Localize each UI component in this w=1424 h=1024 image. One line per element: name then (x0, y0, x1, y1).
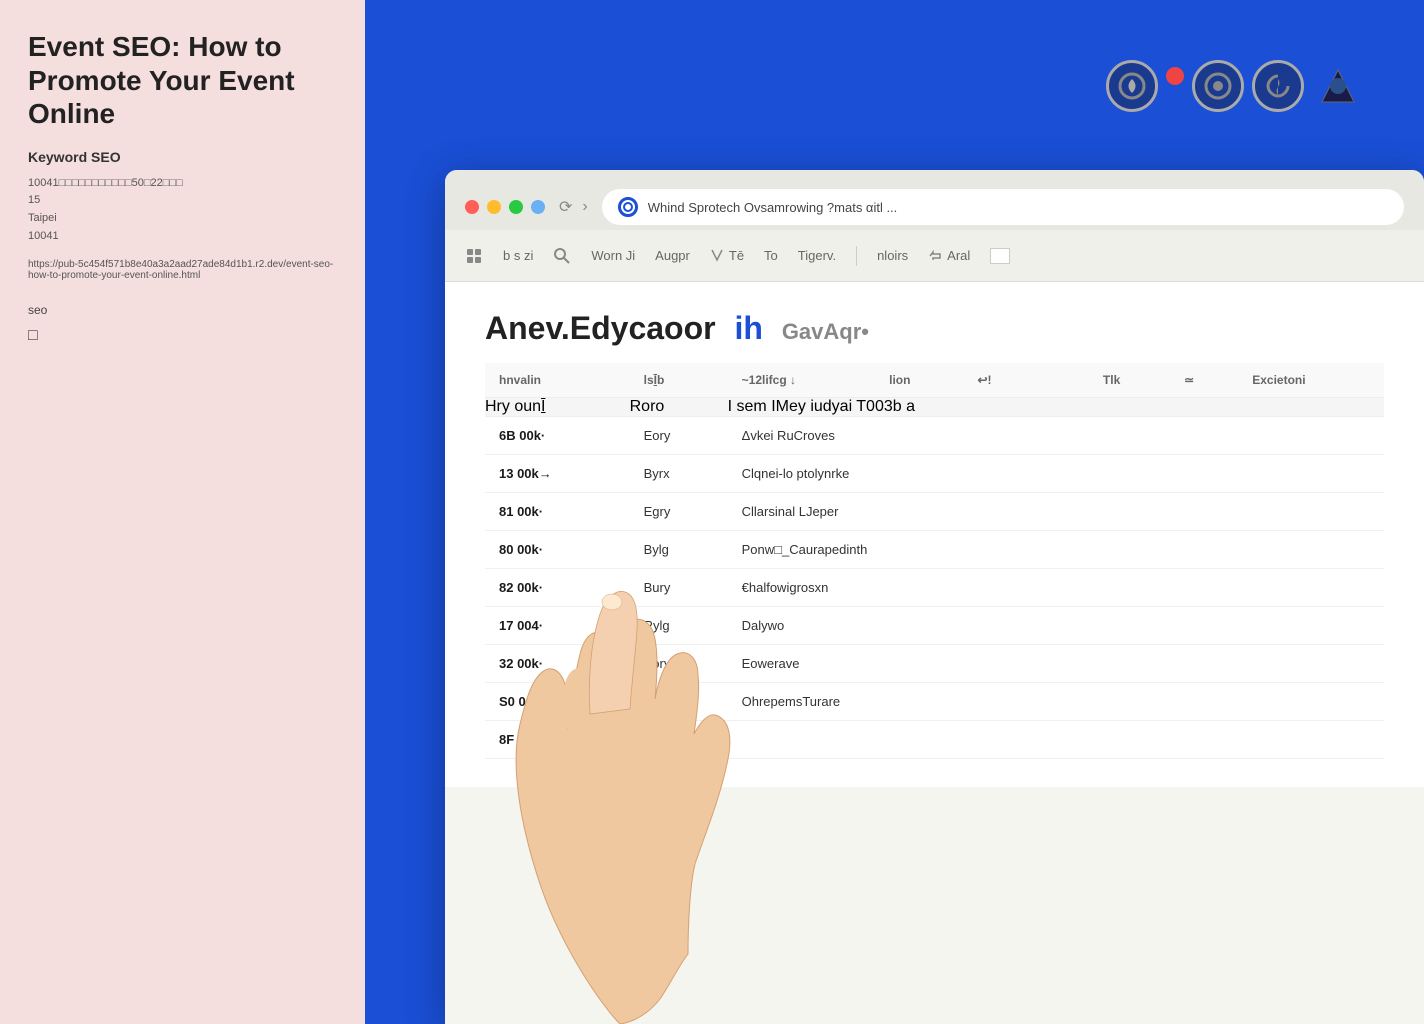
table-row: 80 00k·BylgPonw□_Caurapedinth (485, 531, 1384, 569)
browser-chrome: ⟳ › Whind Sprotech Ovsamrowing ?mats αit… (445, 170, 1424, 230)
col-hnvalin: hnvalin (485, 363, 630, 398)
table-row: 32 00k·BoryEowerave (485, 645, 1384, 683)
table-cell-col3: Eowerave (728, 645, 1384, 683)
toolbar-item-te[interactable]: Tē (710, 248, 744, 264)
graphic-icon-4 (1312, 60, 1364, 112)
graphic-icon-3 (1252, 60, 1304, 112)
table-header-row: hnvalin lsĪb ~12lifcg ↓ lion ↩! Tlk ≃ Ex… (485, 363, 1384, 398)
tl-red[interactable] (465, 200, 479, 214)
toolbar-item-augpr[interactable]: Augpr (655, 248, 690, 263)
col-tlk: Tlk (1089, 363, 1170, 398)
browser-icon (618, 197, 638, 217)
table-cell-col2 (630, 721, 728, 759)
table-row: 82 00k·Bury€halfowigrosxn (485, 569, 1384, 607)
toolbar-divider (856, 246, 857, 266)
toolbar-item-nloirs[interactable]: nloirs (877, 248, 908, 263)
table-cell-col1: 82 00k· (485, 569, 630, 607)
toolbar-item-1[interactable]: b s zi (503, 248, 533, 263)
graphic-dot-red (1166, 67, 1184, 85)
sidebar-tag: seo (28, 303, 337, 317)
browser-toolbar: b s zi Worn Ji Augpr Tē To Tigerv. nloir… (445, 230, 1424, 282)
table-cell-col1: 8F 00k· (485, 721, 630, 759)
title-part2: ih (734, 310, 762, 346)
address-text: Whind Sprotech Ovsamrowing ?mats αitl ..… (648, 200, 1388, 215)
table-row: 6B 00k·EoryΔvkei RuCroves (485, 417, 1384, 455)
tl-blue[interactable] (531, 200, 545, 214)
tl-green[interactable] (509, 200, 523, 214)
page-subtitle: GavAqr• (782, 319, 869, 344)
table-cell-col3: Cllarsinal LJeper (728, 493, 1384, 531)
table-cell-col1: 32 00k· (485, 645, 630, 683)
table-row: 8F 00k· (485, 721, 1384, 759)
col-lifcg: ~12lifcg ↓ (728, 363, 875, 398)
table-cell-col1: 17 004· (485, 607, 630, 645)
table-cell-col2: Byrx (630, 455, 728, 493)
table-sub-header: Hry ounĪ Roro I sem IMey iudyai T003b a (485, 398, 1384, 417)
table-cell-col2: Egry (630, 493, 728, 531)
table-body: 6B 00k·EoryΔvkei RuCroves13 00k→ByrxClqn… (485, 417, 1384, 759)
graphic-icon-2 (1192, 60, 1244, 112)
table-cell-col3: Δvkei RuCroves (728, 417, 1384, 455)
table-cell-col2: Eory (630, 417, 728, 455)
page-content: Anev.Edycaoor ih GavAqr• hnvalin lsĪb ~1… (445, 282, 1424, 787)
graphic-icon-1 (1106, 60, 1158, 112)
keyword-label: Keyword SEO (28, 149, 337, 165)
sidebar: Event SEO: How to Promote Your Event Onl… (0, 0, 365, 1024)
table-row: 17 004·RylgDalywo (485, 607, 1384, 645)
table-row: 13 00k→ByrxClqnei-lo ptolynrke (485, 455, 1384, 493)
table-cell-col3: €halfowigrosxn (728, 569, 1384, 607)
toolbar-item-0[interactable] (465, 247, 483, 265)
sidebar-meta: 10041□□□□□□□□□□□50□22□□□ 15 Taipei 10041 (28, 175, 337, 245)
tl-yellow[interactable] (487, 200, 501, 214)
toolbar-item-2[interactable] (553, 247, 571, 265)
nav-buttons: ⟳ › (559, 197, 588, 217)
col-lstb: lsĪb (630, 363, 728, 398)
table-cell-col3: OhrepemsTurare (728, 683, 1384, 721)
title-part1: Anev.Edycaoor (485, 310, 716, 346)
traffic-lights (465, 200, 545, 214)
table-cell-col2: Rylg (630, 607, 728, 645)
main-area: ⟳ › Whind Sprotech Ovsamrowing ?mats αit… (365, 0, 1424, 1024)
table-cell-col2: Bory (630, 645, 728, 683)
col-return: ↩! (963, 363, 1038, 398)
sidebar-url: https://pub-5c454f571b8e40a3a2aad27ade84… (28, 259, 337, 281)
col-excietoni: Excietoni (1238, 363, 1384, 398)
page-main-title: Anev.Edycaoor ih GavAqr• (485, 310, 1384, 347)
col-lion: lion (875, 363, 963, 398)
table-cell-col1: 6B 00k· (485, 417, 630, 455)
browser-window: ⟳ › Whind Sprotech Ovsamrowing ?mats αit… (445, 170, 1424, 1024)
table-row: S0 00k·NillyOhrepemsTurare (485, 683, 1384, 721)
toolbar-item-aral[interactable]: Aral (928, 248, 970, 263)
toolbar-to[interactable]: To (764, 248, 778, 263)
table-row: 81 00k·EgryCllarsinal LJeper (485, 493, 1384, 531)
table-cell-col3: Clqnei-lo ptolynrke (728, 455, 1384, 493)
col-approx: ≃ (1170, 363, 1238, 398)
table-cell-col1: 80 00k· (485, 531, 630, 569)
col-empty1 (1039, 363, 1089, 398)
table-cell-col2: Bury (630, 569, 728, 607)
table-cell-col3: Ponw□_Caurapedinth (728, 531, 1384, 569)
top-graphic-icons (1106, 60, 1364, 112)
sidebar-icon: □ (28, 327, 337, 345)
back-icon[interactable]: ⟳ (559, 197, 572, 217)
table-cell-col3 (728, 721, 1384, 759)
toolbar-item-tiger[interactable]: Tigerv. (798, 248, 836, 263)
address-bar[interactable]: Whind Sprotech Ovsamrowing ?mats αitl ..… (602, 189, 1404, 225)
table-cell-col3: Dalywo (728, 607, 1384, 645)
page-title: Event SEO: How to Promote Your Event Onl… (28, 30, 337, 131)
forward-icon[interactable]: › (582, 198, 587, 216)
sub-hry: Hry ounĪ (485, 398, 630, 417)
sub-roro: Roro (630, 398, 728, 417)
table-cell-col1: 13 00k→ (485, 455, 630, 493)
toolbar-worn-ji[interactable]: Worn Ji (591, 248, 635, 263)
table-cell-col1: 81 00k· (485, 493, 630, 531)
toolbar-toggle[interactable] (990, 248, 1010, 264)
table-cell-col2: Nilly (630, 683, 728, 721)
data-table: hnvalin lsĪb ~12lifcg ↓ lion ↩! Tlk ≃ Ex… (485, 363, 1384, 759)
sub-description: I sem IMey iudyai T003b a (728, 398, 1384, 417)
table-cell-col1: S0 00k· (485, 683, 630, 721)
table-cell-col2: Bylg (630, 531, 728, 569)
